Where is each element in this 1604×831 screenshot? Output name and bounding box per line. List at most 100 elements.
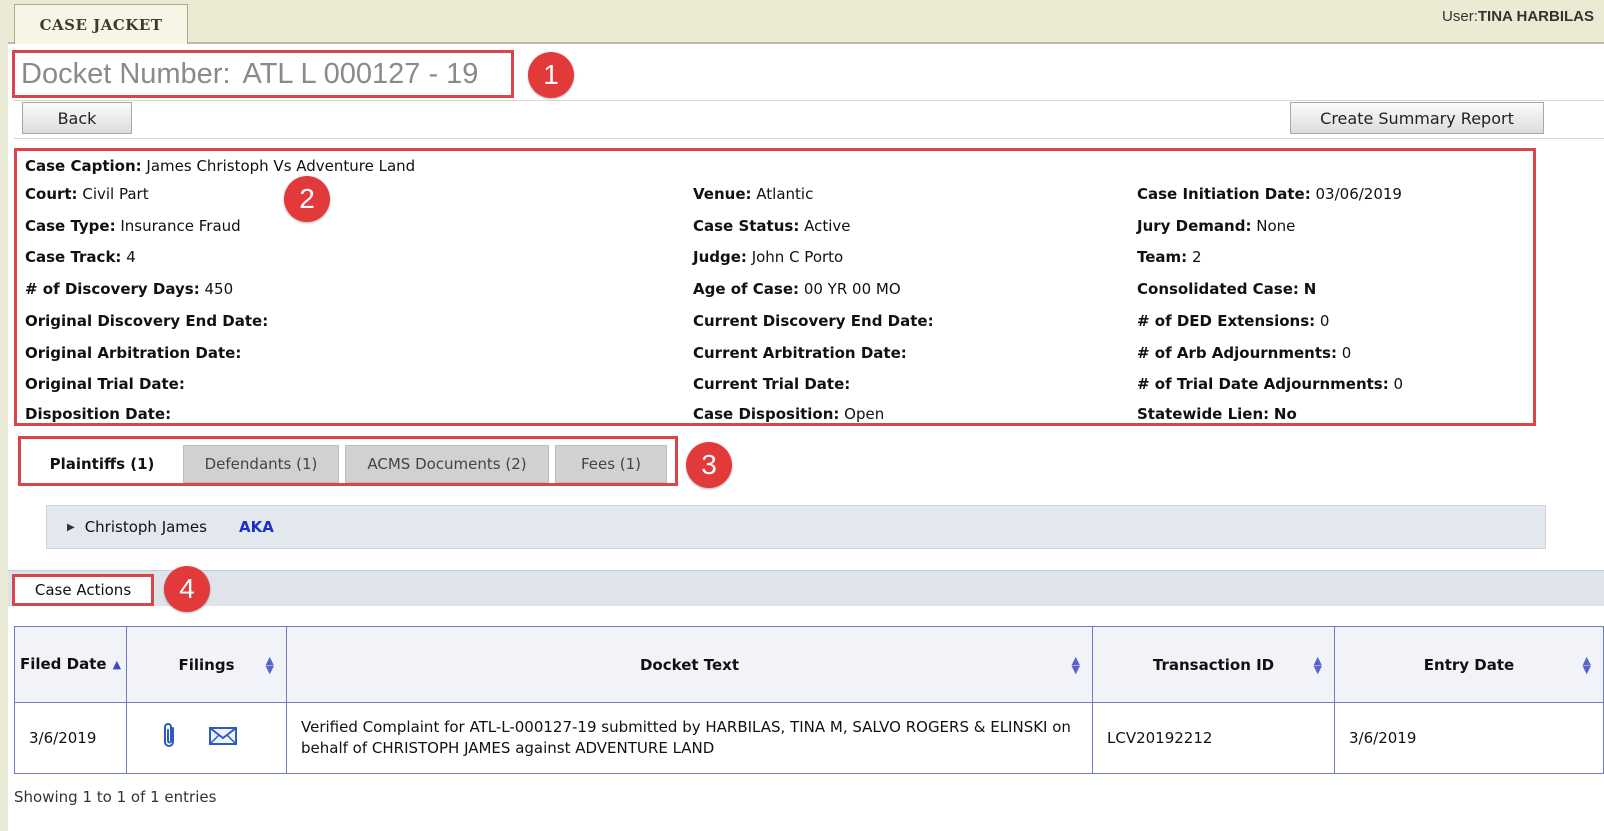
- docket-number-value: ATL L 000127 - 19: [242, 57, 479, 90]
- field-label: Original Discovery End Date:: [25, 312, 269, 330]
- field-current-arbitration-date: Current Arbitration Date:: [693, 344, 907, 362]
- field-age-of-case: Age of Case: 00 YR 00 MO: [693, 280, 901, 298]
- field-label: Current Discovery End Date:: [693, 312, 934, 330]
- field-label: Case Type:: [25, 217, 116, 235]
- cell-entry-date: 3/6/2019: [1334, 702, 1604, 774]
- table-footer-info: Showing 1 to 1 of 1 entries: [14, 788, 217, 806]
- field-label: Disposition Date:: [25, 405, 172, 423]
- field-original-trial-date: Original Trial Date:: [25, 375, 185, 393]
- party-tabs: Plaintiffs (1) Defendants (1) ACMS Docum…: [18, 436, 678, 486]
- field-original-arbitration-date: Original Arbitration Date:: [25, 344, 241, 362]
- field-label: Case Caption:: [25, 157, 142, 175]
- field-ded-extensions: # of DED Extensions: 0: [1137, 312, 1329, 330]
- field-label: Team:: [1137, 248, 1188, 266]
- field-value: John C Porto: [751, 248, 844, 266]
- cell-filings: [126, 702, 287, 774]
- column-header-filed-date[interactable]: Filed Date ▲: [14, 626, 127, 703]
- case-jacket-page: CASE JACKET User:TINA HARBILAS Docket Nu…: [8, 0, 1604, 831]
- field-label: Judge:: [693, 248, 747, 266]
- field-label: Current Arbitration Date:: [693, 344, 907, 362]
- expand-triangle-icon[interactable]: ▶: [67, 522, 75, 533]
- field-value: Insurance Fraud: [120, 217, 241, 235]
- field-case-disposition: Case Disposition: Open: [693, 405, 884, 423]
- field-trial-date-adjournments: # of Trial Date Adjournments: 0: [1137, 375, 1403, 393]
- column-header-filings[interactable]: Filings ▲ ▼: [126, 626, 287, 703]
- plaintiff-name: Christoph James: [84, 518, 207, 536]
- create-summary-report-button[interactable]: Create Summary Report: [1290, 102, 1544, 134]
- field-label: Age of Case:: [693, 280, 800, 298]
- field-value: 0: [1393, 375, 1404, 393]
- column-label: Transaction ID: [1152, 655, 1275, 674]
- field-statewide-lien: Statewide Lien: No: [1137, 405, 1297, 423]
- user-name: TINA HARBILAS: [1477, 8, 1594, 25]
- tab-plaintiffs[interactable]: Plaintiffs (1): [27, 445, 177, 483]
- sort-icon[interactable]: ▲ ▼: [1314, 655, 1322, 675]
- sort-icon[interactable]: ▲ ▼: [266, 655, 274, 675]
- back-button[interactable]: Back: [22, 102, 132, 134]
- tab-defendants[interactable]: Defendants (1): [183, 445, 339, 483]
- case-jacket-tab[interactable]: CASE JACKET: [14, 4, 188, 44]
- field-disposition-date: Disposition Date:: [25, 405, 171, 423]
- field-value: Active: [804, 217, 851, 235]
- plaintiff-list-item[interactable]: ▶ Christoph James AKA: [46, 505, 1546, 549]
- cell-transaction-id: LCV20192212: [1092, 702, 1335, 774]
- cell-docket-text: Verified Complaint for ATL-L-000127-19 s…: [286, 702, 1093, 774]
- field-label: Case Initiation Date:: [1137, 185, 1311, 203]
- case-info-panel: Case Caption: James Christoph Vs Adventu…: [14, 148, 1536, 426]
- current-user: User:TINA HARBILAS: [1442, 8, 1594, 25]
- field-case-type: Case Type: Insurance Fraud: [25, 217, 241, 235]
- paperclip-icon[interactable]: [161, 722, 179, 750]
- docket-number-box: Docket Number: ATL L 000127 - 19: [12, 50, 514, 98]
- column-header-docket-text[interactable]: Docket Text ▲ ▼: [286, 626, 1093, 703]
- field-label: Statewide Lien:: [1137, 405, 1270, 423]
- field-value: 2: [1191, 248, 1202, 266]
- divider: [14, 100, 1604, 101]
- field-label: Court:: [25, 185, 78, 203]
- field-team: Team: 2: [1137, 248, 1202, 266]
- field-current-trial-date: Current Trial Date:: [693, 375, 850, 393]
- field-consolidated-case: Consolidated Case: N: [1137, 280, 1316, 298]
- callout-marker-2: 2: [284, 176, 330, 222]
- field-value: 450: [204, 280, 234, 298]
- field-label: Case Track:: [25, 248, 122, 266]
- docket-number-label: Docket Number:: [21, 57, 231, 90]
- table-row: 3/6/2019 Verified Complaint for ATL-L-00: [14, 702, 1604, 774]
- column-header-entry-date[interactable]: Entry Date ▲ ▼: [1334, 626, 1604, 703]
- field-value: None: [1256, 217, 1296, 235]
- field-discovery-days: # of Discovery Days: 450: [25, 280, 233, 298]
- field-label: Jury Demand:: [1137, 217, 1252, 235]
- field-label: Case Status:: [693, 217, 800, 235]
- sort-ascending-icon[interactable]: ▲: [113, 655, 121, 675]
- user-label: User:: [1442, 8, 1478, 25]
- callout-marker-3: 3: [686, 442, 732, 488]
- case-caption: Case Caption: James Christoph Vs Adventu…: [25, 157, 415, 175]
- field-label: Consolidated Case:: [1137, 280, 1299, 298]
- top-bar: CASE JACKET User:TINA HARBILAS: [8, 0, 1604, 44]
- field-label: # of Trial Date Adjournments:: [1137, 375, 1389, 393]
- field-label: Original Trial Date:: [25, 375, 185, 393]
- envelope-icon[interactable]: [209, 726, 237, 746]
- cell-filed-date: 3/6/2019: [14, 702, 127, 774]
- case-actions-heading: Case Actions: [12, 574, 154, 606]
- callout-marker-4: 4: [164, 566, 210, 612]
- sort-icon[interactable]: ▲ ▼: [1072, 655, 1080, 675]
- field-value: James Christoph Vs Adventure Land: [146, 157, 416, 175]
- field-label: Venue:: [693, 185, 752, 203]
- field-venue: Venue: Atlantic: [693, 185, 813, 203]
- tab-acms-documents[interactable]: ACMS Documents (2): [345, 445, 549, 483]
- sort-icon[interactable]: ▲ ▼: [1583, 655, 1591, 675]
- field-value: Civil Part: [82, 185, 149, 203]
- field-court: Court: Civil Part: [25, 185, 149, 203]
- field-arb-adjournments: # of Arb Adjournments: 0: [1137, 344, 1351, 362]
- aka-link[interactable]: AKA: [239, 518, 274, 536]
- column-label: Docket Text: [639, 655, 740, 674]
- field-value: Atlantic: [756, 185, 814, 203]
- column-label: Filings: [178, 655, 235, 674]
- field-value: N: [1303, 280, 1317, 298]
- field-value: 4: [126, 248, 136, 266]
- field-label: # of Arb Adjournments:: [1137, 344, 1337, 362]
- tab-fees[interactable]: Fees (1): [555, 445, 667, 483]
- field-label: Original Arbitration Date:: [25, 344, 242, 362]
- field-value: 00 YR 00 MO: [803, 280, 901, 298]
- column-header-transaction-id[interactable]: Transaction ID ▲ ▼: [1092, 626, 1335, 703]
